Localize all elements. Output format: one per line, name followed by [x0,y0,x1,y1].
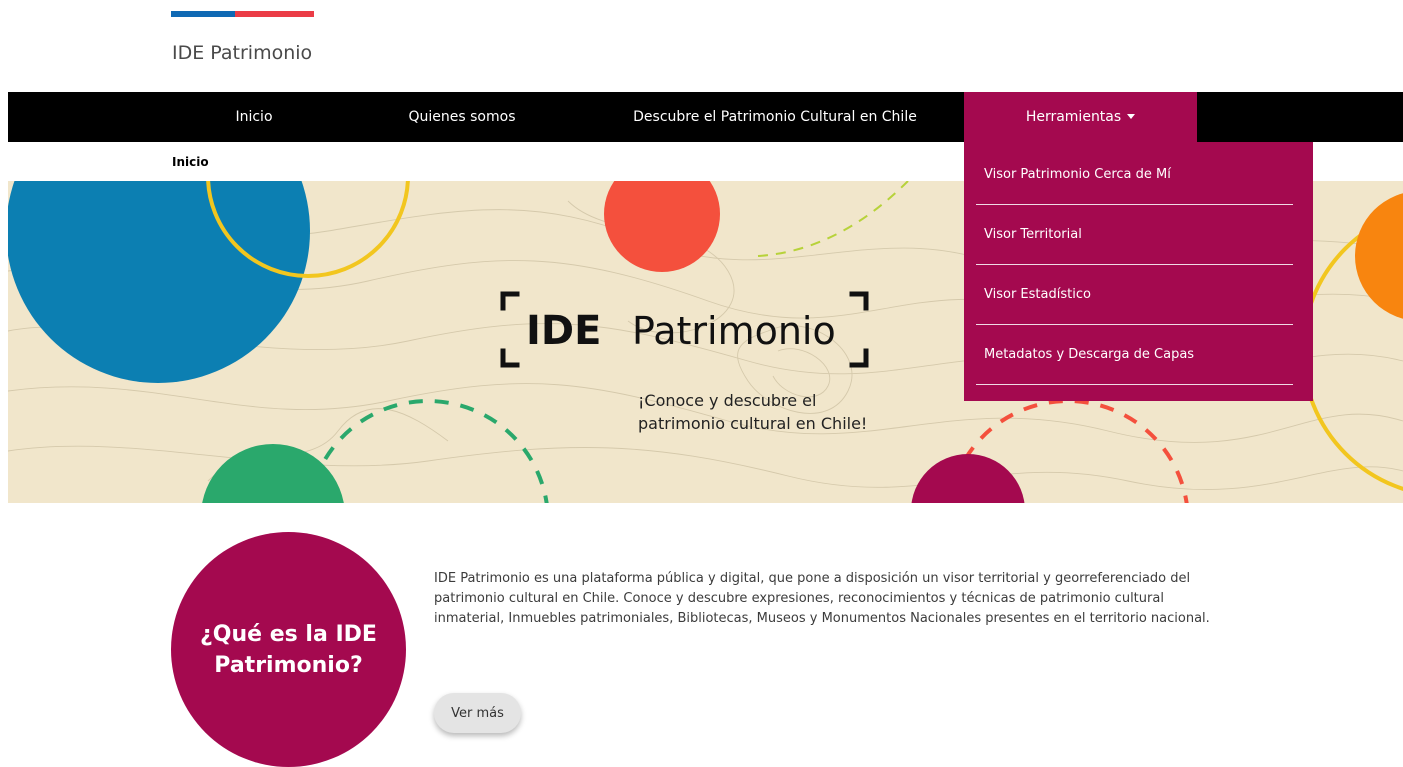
nav-item-herramientas[interactable]: Herramientas [964,92,1197,142]
caret-down-icon [1127,113,1136,119]
menu-item-visor-cerca[interactable]: Visor Patrimonio Cerca de Mí [976,145,1293,205]
menu-item-visor-estadistico[interactable]: Visor Estadístico [976,265,1293,325]
about-circle: ¿Qué es la IDE Patrimonio? [171,532,406,767]
nav-item-herramientas-label: Herramientas [1025,109,1122,125]
logo-ide-text: IDE [526,308,601,354]
nav-item-quienes-somos[interactable]: Quienes somos [392,92,532,142]
site-title[interactable]: IDE Patrimonio [172,42,312,64]
nav-item-descubre[interactable]: Descubre el Patrimonio Cultural en Chile [622,92,928,142]
logo-patrimonio-text: Patrimonio [632,309,836,353]
banner-tagline-line1: ¡Conoce y descubre el [638,391,816,410]
site-header: IDE Patrimonio [0,0,1403,92]
nav-item-inicio[interactable]: Inicio [222,92,286,142]
menu-item-visor-territorial[interactable]: Visor Territorial [976,205,1293,265]
breadcrumb-current[interactable]: Inicio [172,155,209,169]
ver-mas-button[interactable]: Ver más [434,693,521,733]
about-description: IDE Patrimonio es una plataforma pública… [434,571,1210,626]
breadcrumb: Inicio [172,155,209,169]
banner-tagline-line2: patrimonio cultural en Chile! [638,414,867,433]
herramientas-dropdown-menu: Visor Patrimonio Cerca de Mí Visor Terri… [964,142,1313,401]
flag-red-segment [235,11,314,17]
gov-flag-bar [171,11,314,17]
main-navbar: Inicio Quienes somos Descubre el Patrimo… [8,92,1403,142]
menu-item-metadatos[interactable]: Metadatos y Descarga de Capas [976,325,1293,385]
about-title: ¿Qué es la IDE Patrimonio? [200,621,377,678]
flag-blue-segment [171,11,235,17]
